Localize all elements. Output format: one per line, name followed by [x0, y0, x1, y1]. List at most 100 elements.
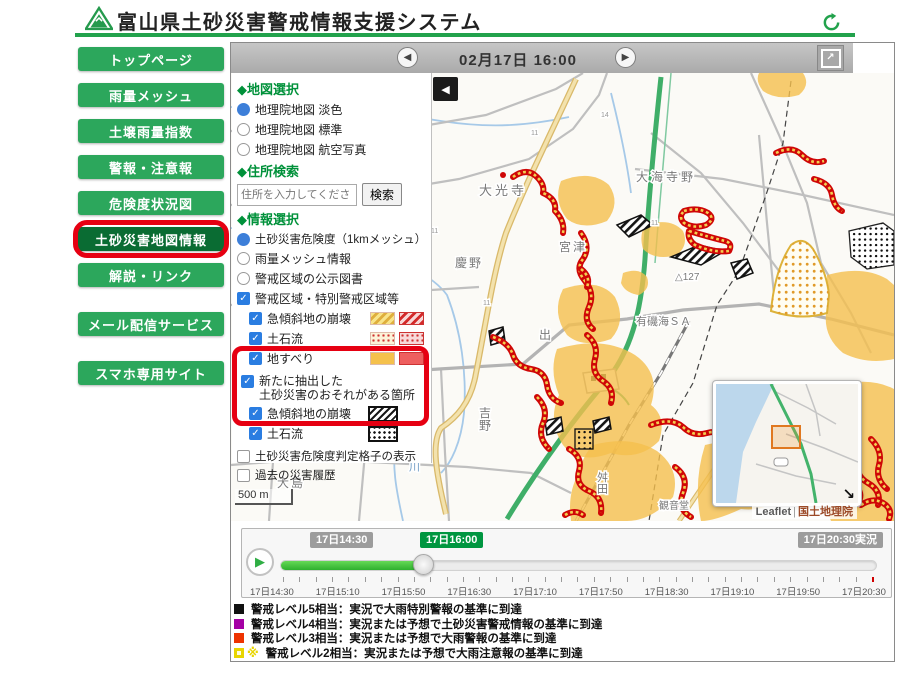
radio-icon[interactable] [237, 272, 250, 285]
info-layer-option-label: 雨量メッシュ情報 [255, 250, 351, 267]
checkbox[interactable] [237, 469, 250, 482]
info-select-header: ◆情報選択 [237, 209, 426, 228]
tick-mark [430, 577, 431, 582]
legend-color-swatch [234, 648, 244, 658]
sidebar-item[interactable]: 土壌雨量指数 [78, 119, 224, 143]
play-button[interactable]: ▶ [246, 548, 274, 576]
checkbox[interactable]: ✓ [237, 292, 250, 305]
open-new-window-button[interactable]: ↗ [817, 45, 844, 71]
zone-layer-label: 土石流 [267, 330, 303, 347]
tick-mark [414, 577, 415, 582]
sidebar-item[interactable]: 解説・リンク [78, 263, 224, 287]
tick-mark [872, 577, 874, 582]
radio-icon[interactable] [237, 143, 250, 156]
minimap-toggle-icon[interactable]: ↘ [842, 487, 855, 502]
checkbox[interactable]: ✓ [241, 375, 254, 388]
search-button[interactable]: 検索 [362, 183, 402, 206]
timeline-current-badge: 17日16:00 [420, 532, 483, 548]
map-place-label: 11 [431, 228, 438, 235]
sidebar-item[interactable]: 警報・注意報 [78, 155, 224, 179]
tick-mark [447, 577, 448, 582]
checkbox[interactable]: ✓ [249, 312, 262, 325]
tick-label: 17日19:50 [776, 584, 820, 598]
tick-mark [332, 577, 333, 582]
legend-color-swatch [234, 633, 244, 643]
gsi-credit[interactable]: 国土地理院 [798, 506, 853, 518]
checkbox[interactable]: ✓ [249, 352, 262, 365]
tick-mark [381, 577, 382, 582]
refresh-icon[interactable] [822, 13, 841, 32]
overview-minimap[interactable]: ↘ [713, 381, 861, 506]
radio-icon[interactable] [237, 252, 250, 265]
info-layer-option[interactable]: 警戒区域の公示図書 [237, 270, 426, 287]
checkbox[interactable]: ✓ [249, 332, 262, 345]
zone-layer-row[interactable]: ✓ 地すべり [249, 350, 426, 367]
sidebar-item[interactable]: メール配信サービス [78, 312, 224, 336]
next-time-button[interactable]: ▶ [615, 47, 636, 68]
legend-star-icon: ※ [247, 648, 259, 658]
tick-mark [823, 577, 824, 582]
zone-layer-label: 地すべり [267, 350, 314, 367]
new-group-row[interactable]: ✓ 新たに抽出した 土砂災害のおそれがある箇所 [241, 374, 426, 402]
zone-group-label: 警戒区域・特別警戒区域等 [255, 290, 399, 307]
new-layer-label: 急傾斜地の崩壊 [267, 405, 351, 422]
new-group-label: 新たに抽出した 土砂災害のおそれがある箇所 [259, 374, 415, 402]
info-layer-option[interactable]: 雨量メッシュ情報 [237, 250, 426, 267]
checkbox[interactable] [237, 450, 250, 463]
address-search-header: ◆住所検索 [237, 161, 426, 180]
map-place-label: 11 [483, 300, 490, 307]
sidebar-item[interactable]: スマホ専用サイト [78, 361, 224, 385]
new-layer-swatch [368, 426, 398, 442]
timeline-start-badge: 17日14:30 [310, 532, 373, 548]
external-link-icon: ↗ [821, 49, 841, 68]
tick-mark [708, 577, 709, 582]
map-scale: 500 m [235, 489, 293, 505]
extra-layer-row[interactable]: 土砂災害危険度判定格子の表示 [237, 448, 426, 464]
tick-mark [659, 577, 660, 582]
tick-label: 17日15:10 [316, 584, 360, 598]
checkbox[interactable]: ✓ [249, 427, 262, 440]
zone-group-row[interactable]: ✓ 警戒区域・特別警戒区域等 [237, 290, 426, 307]
tick-label: 17日16:30 [447, 584, 491, 598]
zone-layer-row[interactable]: ✓ 土石流 [249, 330, 426, 347]
info-select-options: 土砂災害危険度（1kmメッシュ） 雨量メッシュ情報警戒区域の公示図書 [237, 231, 426, 287]
sidebar-item[interactable]: 危険度状況図 [78, 191, 224, 215]
sidebar-item[interactable]: トップページ [78, 47, 224, 71]
tick-label: 17日19:10 [710, 584, 754, 598]
zone-swatch [370, 332, 395, 345]
legend: 警戒レベル5相当：実況で大雨特別警報の基準に到達警戒レベル4相当：実況または予想… [234, 602, 602, 660]
tick-mark [774, 577, 775, 582]
time-slider-track[interactable] [280, 560, 877, 571]
zone-layer-label: 急傾斜地の崩壊 [267, 310, 351, 327]
timeline-latest-badge: 17日20:30実況 [798, 532, 883, 548]
zone-layer-row[interactable]: ✓ 急傾斜地の崩壊 [249, 310, 426, 327]
zone-swatch [370, 352, 395, 365]
leaflet-credit[interactable]: Leaflet [756, 506, 791, 518]
radio-icon[interactable] [237, 233, 250, 246]
tick-label: 17日20:30 [842, 584, 886, 598]
sidebar-item[interactable]: 土砂災害地図情報 [78, 227, 224, 251]
prev-time-button[interactable]: ◀ [397, 47, 418, 68]
radio-icon[interactable] [237, 123, 250, 136]
tick-mark [610, 577, 611, 582]
info-layer-option[interactable]: 土砂災害危険度（1kmメッシュ） [237, 231, 426, 247]
map-place-label: 宮津 [559, 239, 587, 254]
extra-layer-row[interactable]: 過去の災害履歴 [237, 467, 426, 483]
radio-icon[interactable] [237, 103, 250, 116]
info-layer-option-label: 土砂災害危険度（1kmメッシュ） [255, 231, 426, 247]
new-layer-row[interactable]: ✓土石流 [249, 425, 426, 442]
tick-mark [856, 577, 857, 582]
panel-collapse-button[interactable]: ◀ [433, 77, 458, 101]
checkbox[interactable]: ✓ [249, 407, 262, 420]
sidebar-item[interactable]: 雨量メッシュ [78, 83, 224, 107]
new-layer-row[interactable]: ✓ 急傾斜地の崩壊 [249, 405, 426, 422]
map-type-option[interactable]: 地理院地図 航空写真 [237, 141, 426, 158]
map-type-option[interactable]: 地理院地図 標準 [237, 121, 426, 138]
tick-mark [676, 577, 677, 582]
tick-mark [725, 577, 726, 582]
time-slider-fill [281, 561, 424, 570]
map-select-options: 地理院地図 淡色地理院地図 標準地理院地図 航空写真 [237, 101, 426, 158]
address-input[interactable] [237, 184, 357, 206]
map-type-option[interactable]: 地理院地図 淡色 [237, 101, 426, 118]
time-slider-handle[interactable] [413, 554, 434, 575]
